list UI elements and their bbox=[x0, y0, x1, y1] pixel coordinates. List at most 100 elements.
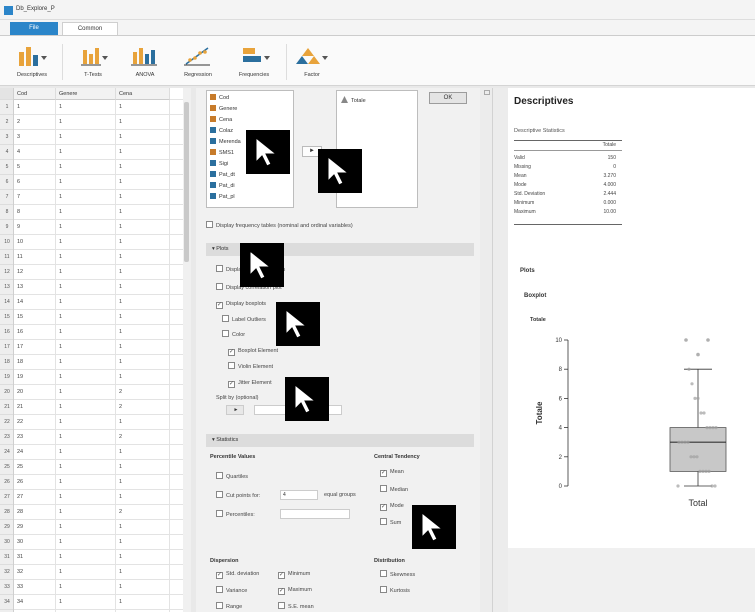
grid-cell[interactable]: 1 bbox=[116, 580, 170, 595]
grid-cell[interactable]: 1 bbox=[116, 295, 170, 310]
row-number[interactable]: 2 bbox=[0, 115, 13, 130]
central-tendency-option[interactable]: ✓ Mode bbox=[380, 502, 404, 511]
grid-cell[interactable]: 1 bbox=[116, 310, 170, 325]
grid-cell[interactable]: 21 bbox=[14, 400, 56, 415]
dispersion-option-checkbox[interactable]: ✓ bbox=[278, 588, 285, 595]
row-number[interactable]: 19 bbox=[0, 370, 13, 385]
grid-cell[interactable]: 19 bbox=[14, 370, 56, 385]
grid-cell[interactable]: 1 bbox=[56, 445, 116, 460]
grid-cell[interactable]: 28 bbox=[14, 505, 56, 520]
row-number[interactable]: 1 bbox=[0, 100, 13, 115]
percentile-option-checkbox[interactable] bbox=[216, 491, 223, 498]
grid-cell[interactable]: 5 bbox=[14, 160, 56, 175]
statistics-section-header[interactable]: ▾ Statistics bbox=[206, 434, 474, 447]
row-number[interactable]: 31 bbox=[0, 550, 13, 565]
distribution-option[interactable]: Skewness bbox=[380, 570, 415, 579]
grid-cell[interactable]: 1 bbox=[56, 400, 116, 415]
grid-cell[interactable]: 2 bbox=[116, 400, 170, 415]
grid-cell[interactable]: 14 bbox=[14, 295, 56, 310]
row-number[interactable]: 13 bbox=[0, 280, 13, 295]
plot-option[interactable]: Label Outliers bbox=[222, 315, 266, 324]
grid-cell[interactable]: 1 bbox=[56, 205, 116, 220]
plot-option[interactable]: Violin Element bbox=[228, 362, 273, 371]
plot-option-checkbox[interactable] bbox=[222, 330, 229, 337]
grid-cell[interactable]: 9 bbox=[14, 220, 56, 235]
row-number[interactable]: 32 bbox=[0, 565, 13, 580]
grid-cell[interactable]: 1 bbox=[56, 355, 116, 370]
row-number[interactable]: 17 bbox=[0, 340, 13, 355]
plot-option-checkbox[interactable]: ✓ bbox=[216, 302, 223, 309]
factor-button[interactable]: Factor bbox=[292, 41, 332, 85]
t-tests-button[interactable]: T-Tests bbox=[72, 41, 114, 85]
grid-cell[interactable]: 1 bbox=[116, 160, 170, 175]
grid-cell[interactable]: 1 bbox=[56, 265, 116, 280]
central-tendency-option[interactable]: Sum bbox=[380, 518, 401, 527]
grid-cell[interactable]: 4 bbox=[14, 145, 56, 160]
grid-cell[interactable]: 2 bbox=[116, 385, 170, 400]
dispersion-option[interactable]: ✓ Std. deviation bbox=[216, 570, 259, 579]
row-number[interactable]: 10 bbox=[0, 235, 13, 250]
grid-cell[interactable]: 3 bbox=[14, 130, 56, 145]
dispersion-option-checkbox[interactable] bbox=[216, 602, 223, 609]
anova-button[interactable]: ANOVA bbox=[124, 41, 166, 85]
grid-cell[interactable]: 1 bbox=[56, 175, 116, 190]
row-number[interactable]: 3 bbox=[0, 130, 13, 145]
grid-cell[interactable]: 11 bbox=[14, 250, 56, 265]
grid-cell[interactable]: 25 bbox=[14, 460, 56, 475]
percentile-option-checkbox[interactable] bbox=[216, 510, 223, 517]
column-header[interactable]: Cena bbox=[116, 88, 170, 100]
percentile-option[interactable]: Cut points for: bbox=[216, 491, 260, 500]
variable-list-item[interactable]: Pat_pl bbox=[210, 192, 235, 202]
row-number[interactable]: 33 bbox=[0, 580, 13, 595]
row-number[interactable]: 18 bbox=[0, 355, 13, 370]
grid-cell[interactable]: 1 bbox=[56, 235, 116, 250]
row-number[interactable]: 21 bbox=[0, 400, 13, 415]
grid-cell[interactable]: 2 bbox=[116, 505, 170, 520]
row-number[interactable]: 6 bbox=[0, 175, 13, 190]
row-number[interactable]: 34 bbox=[0, 595, 13, 610]
dispersion-option[interactable]: ✓ Minimum bbox=[278, 570, 310, 579]
variable-list-item[interactable]: Colaz bbox=[210, 126, 233, 136]
grid-cell[interactable]: 1 bbox=[56, 130, 116, 145]
grid-cell[interactable]: 27 bbox=[14, 490, 56, 505]
grid-cell[interactable]: 1 bbox=[56, 340, 116, 355]
grid-cell[interactable]: 1 bbox=[116, 550, 170, 565]
variable-list-item[interactable]: Genere bbox=[210, 104, 237, 114]
grid-cell[interactable]: 1 bbox=[56, 385, 116, 400]
frequencies-button[interactable]: Frequencies bbox=[228, 41, 280, 85]
row-number[interactable]: 11 bbox=[0, 250, 13, 265]
grid-cell[interactable]: 1 bbox=[116, 280, 170, 295]
row-number[interactable]: 15 bbox=[0, 310, 13, 325]
grid-cell[interactable]: 15 bbox=[14, 310, 56, 325]
grid-cell[interactable]: 1 bbox=[56, 535, 116, 550]
column-header[interactable]: Cod bbox=[14, 88, 56, 100]
row-number[interactable]: 8 bbox=[0, 205, 13, 220]
grid-cell[interactable]: 10 bbox=[14, 235, 56, 250]
variable-list-item[interactable]: Pat_di bbox=[210, 181, 235, 191]
central-tendency-option[interactable]: Median bbox=[380, 485, 408, 494]
grid-cell[interactable]: 7 bbox=[14, 190, 56, 205]
grid-cell[interactable]: 1 bbox=[116, 130, 170, 145]
grid-cell[interactable]: 1 bbox=[56, 280, 116, 295]
distribution-option[interactable]: Kurtosis bbox=[380, 586, 410, 595]
grid-cell[interactable]: 30 bbox=[14, 535, 56, 550]
percentile-option[interactable]: Quartiles bbox=[216, 472, 248, 481]
grid-cell[interactable]: 1 bbox=[56, 595, 116, 610]
grid-cell[interactable]: 32 bbox=[14, 565, 56, 580]
row-number[interactable]: 12 bbox=[0, 265, 13, 280]
dispersion-option-checkbox[interactable]: ✓ bbox=[216, 572, 223, 579]
grid-cell[interactable]: 1 bbox=[14, 100, 56, 115]
grid-cell[interactable]: 8 bbox=[14, 205, 56, 220]
grid-cell[interactable]: 20 bbox=[14, 385, 56, 400]
splitter-handle[interactable] bbox=[484, 90, 490, 95]
grid-cell[interactable]: 2 bbox=[116, 430, 170, 445]
grid-cell[interactable]: 1 bbox=[56, 505, 116, 520]
grid-cell[interactable]: 1 bbox=[56, 370, 116, 385]
grid-cell[interactable]: 1 bbox=[116, 460, 170, 475]
row-number[interactable]: 26 bbox=[0, 475, 13, 490]
plot-option-checkbox[interactable] bbox=[216, 265, 223, 272]
grid-cell[interactable]: 1 bbox=[56, 250, 116, 265]
grid-cell[interactable]: 1 bbox=[116, 250, 170, 265]
tab-common[interactable]: Common bbox=[62, 22, 118, 35]
grid-cell[interactable]: 1 bbox=[56, 490, 116, 505]
